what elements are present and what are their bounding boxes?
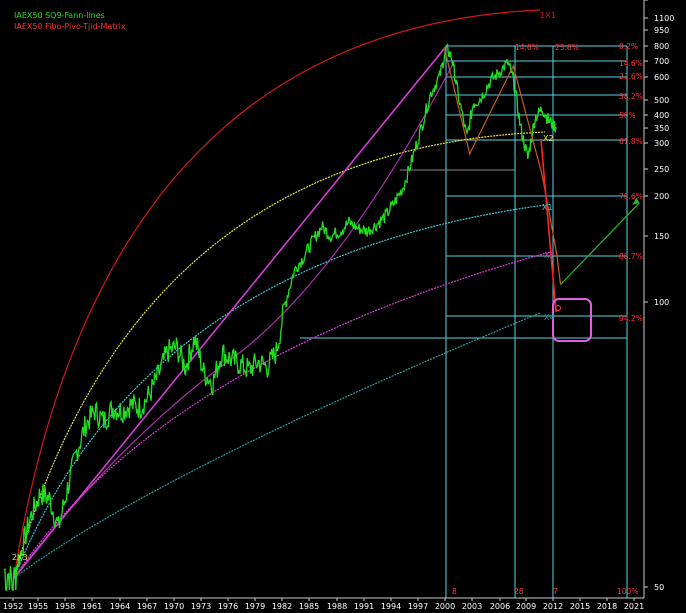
marker-label: 2X3 bbox=[12, 553, 28, 562]
x-tick-label: 2009 bbox=[516, 602, 536, 611]
marker-label: X3 bbox=[544, 251, 555, 260]
fibo-level-label: 78.6% bbox=[619, 192, 643, 201]
y-tick-label: 250 bbox=[654, 165, 669, 174]
fibo-level-label: 88.7% bbox=[619, 252, 643, 261]
marker-label: X2 bbox=[543, 134, 554, 143]
bottom-cycle-label: 8 bbox=[452, 587, 457, 596]
x-tick-label: 1952 bbox=[3, 602, 23, 611]
fibo-level-label: 14.6% bbox=[619, 59, 643, 68]
x-tick-label: 2003 bbox=[462, 602, 482, 611]
y-tick-label: 0 bbox=[654, 0, 659, 2]
x-tick-label: 1973 bbox=[191, 602, 211, 611]
x-tick-label: 2015 bbox=[570, 602, 590, 611]
x-tick-label: 1976 bbox=[218, 602, 238, 611]
marker-label: 1X1 bbox=[540, 11, 556, 20]
legend-entry-fibo-matrix: IAEX50 Fibo-Pivo-Tjid-Matrix bbox=[14, 22, 126, 31]
x-tick-label: 1997 bbox=[408, 602, 428, 611]
fibo-level-label: 38.2% bbox=[619, 92, 643, 101]
x-tick-label: 2012 bbox=[543, 602, 563, 611]
x-tick-label: 1958 bbox=[55, 602, 75, 611]
bottom-cycle-label: 28 bbox=[514, 587, 524, 596]
x-tick-label: 1967 bbox=[137, 602, 157, 611]
y-tick-label: 700 bbox=[654, 57, 669, 66]
marker-label: X4 bbox=[544, 313, 555, 322]
x-tick-label: 1991 bbox=[354, 602, 374, 611]
marker-label: X1 bbox=[542, 203, 553, 212]
y-tick-label: 1100 bbox=[654, 14, 674, 23]
x-tick-label: 1970 bbox=[164, 602, 184, 611]
fibo-level-label: 50% bbox=[619, 111, 636, 120]
x-tick-label: 1985 bbox=[299, 602, 319, 611]
y-tick-label: 100 bbox=[654, 298, 669, 307]
fibo-level-label: 61.8% bbox=[619, 137, 643, 146]
x-tick-label: 1994 bbox=[381, 602, 401, 611]
y-tick-label: 800 bbox=[654, 42, 669, 51]
bottom-cycle-label: 7 bbox=[553, 587, 558, 596]
chart-background bbox=[0, 0, 686, 613]
x-tick-label: 2000 bbox=[435, 602, 455, 611]
x-tick-label: 1979 bbox=[245, 602, 265, 611]
y-tick-label: 950 bbox=[654, 26, 669, 35]
fibo-top-label: 14.6% bbox=[515, 43, 539, 52]
y-tick-label: 300 bbox=[654, 139, 669, 148]
y-tick-label: 350 bbox=[654, 124, 669, 133]
fibo-level-label: 94.2% bbox=[619, 314, 643, 323]
x-tick-label: 1964 bbox=[110, 602, 130, 611]
fibo-level-label: 0.2% bbox=[619, 42, 638, 51]
price-chart-svg: 1952 1955 1958 1961 1964 1967 1970 1973 1976 1979… bbox=[0, 0, 686, 613]
legend-entry-sq9-fann: IAEX50 SQ9-Fann-lines bbox=[14, 11, 105, 20]
fibo-level-label: 23.6% bbox=[619, 72, 643, 81]
x-tick-label: 2006 bbox=[490, 602, 510, 611]
x-tick-label: 2021 bbox=[624, 602, 644, 611]
y-tick-label: 200 bbox=[654, 192, 669, 201]
chart: 1952 1955 1958 1961 1964 1967 1970 1973 1976 1979… bbox=[0, 0, 686, 613]
y-tick-label: 400 bbox=[654, 111, 669, 120]
x-tick-label: 1982 bbox=[272, 602, 292, 611]
y-tick-label: 50 bbox=[654, 583, 664, 592]
x-tick-label: 2018 bbox=[597, 602, 617, 611]
x-tick-label: 1988 bbox=[327, 602, 347, 611]
x-tick-label: 1955 bbox=[28, 602, 48, 611]
y-tick-label: 600 bbox=[654, 73, 669, 82]
y-tick-label: 500 bbox=[654, 96, 669, 105]
y-tick-label: 150 bbox=[654, 232, 669, 241]
bottom-cycle-label: 100% bbox=[617, 587, 638, 596]
fibo-top-label: 23.6% bbox=[555, 43, 579, 52]
x-tick-label: 1961 bbox=[82, 602, 102, 611]
